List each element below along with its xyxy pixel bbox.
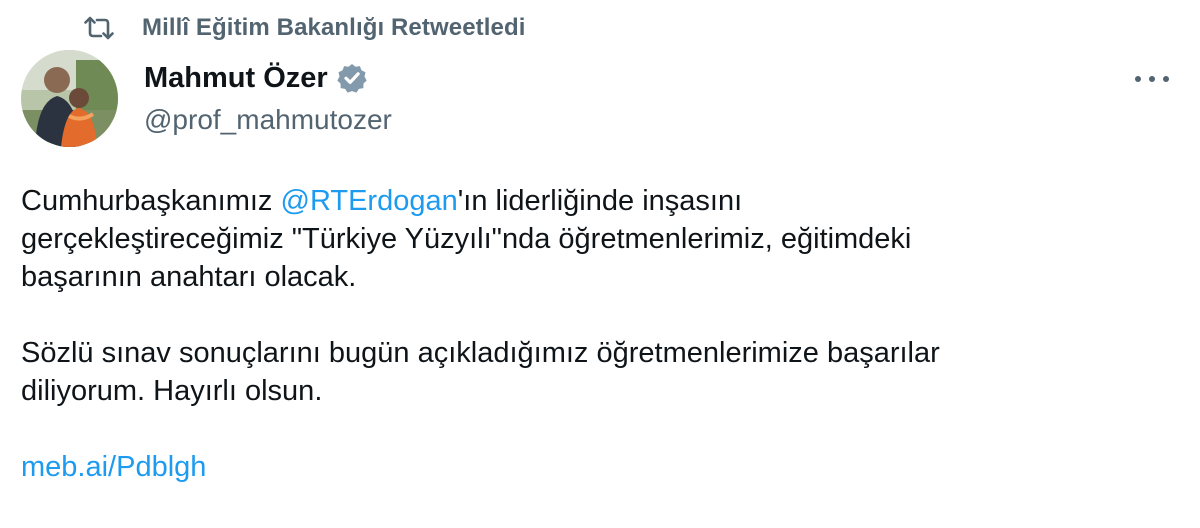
retweet-icon [84, 16, 114, 40]
retweet-label[interactable]: Millî Eğitim Bakanlığı Retweetledi [142, 14, 525, 42]
tweet-url-link[interactable]: meb.ai/Pdblgh [21, 448, 1181, 486]
social-context[interactable]: Millî Eğitim Bakanlığı Retweetledi [84, 12, 525, 44]
avatar-photo [21, 50, 118, 147]
more-options-button[interactable] [1132, 62, 1172, 96]
tweet-line: başarının anahtarı olacak. [21, 261, 357, 293]
more-options-icon [1135, 76, 1141, 82]
tweet-line: gerçekleştireceğimiz "Türkiye Yüzyılı"nd… [21, 223, 912, 255]
tweet-line: diliyorum. Hayırlı olsun. [21, 375, 323, 407]
mention-link[interactable]: @RTErdogan [281, 185, 458, 217]
author-name-row[interactable]: Mahmut Özer [144, 60, 392, 96]
avatar[interactable] [21, 50, 118, 147]
author-block: Mahmut Özer @prof_mahmutozer [144, 60, 392, 136]
tweet-text: Cumhurbaşkanımız @RTErdogan'ın liderliği… [21, 182, 1181, 486]
tweet-line: Sözlü sınav sonuçlarını bugün açıkladığı… [21, 337, 940, 369]
author-name[interactable]: Mahmut Özer [144, 62, 328, 95]
author-handle[interactable]: @prof_mahmutozer [144, 104, 392, 136]
tweet-line: Cumhurbaşkanımız @RTErdogan'ın liderliği… [21, 185, 743, 217]
verified-badge-icon [337, 64, 367, 93]
